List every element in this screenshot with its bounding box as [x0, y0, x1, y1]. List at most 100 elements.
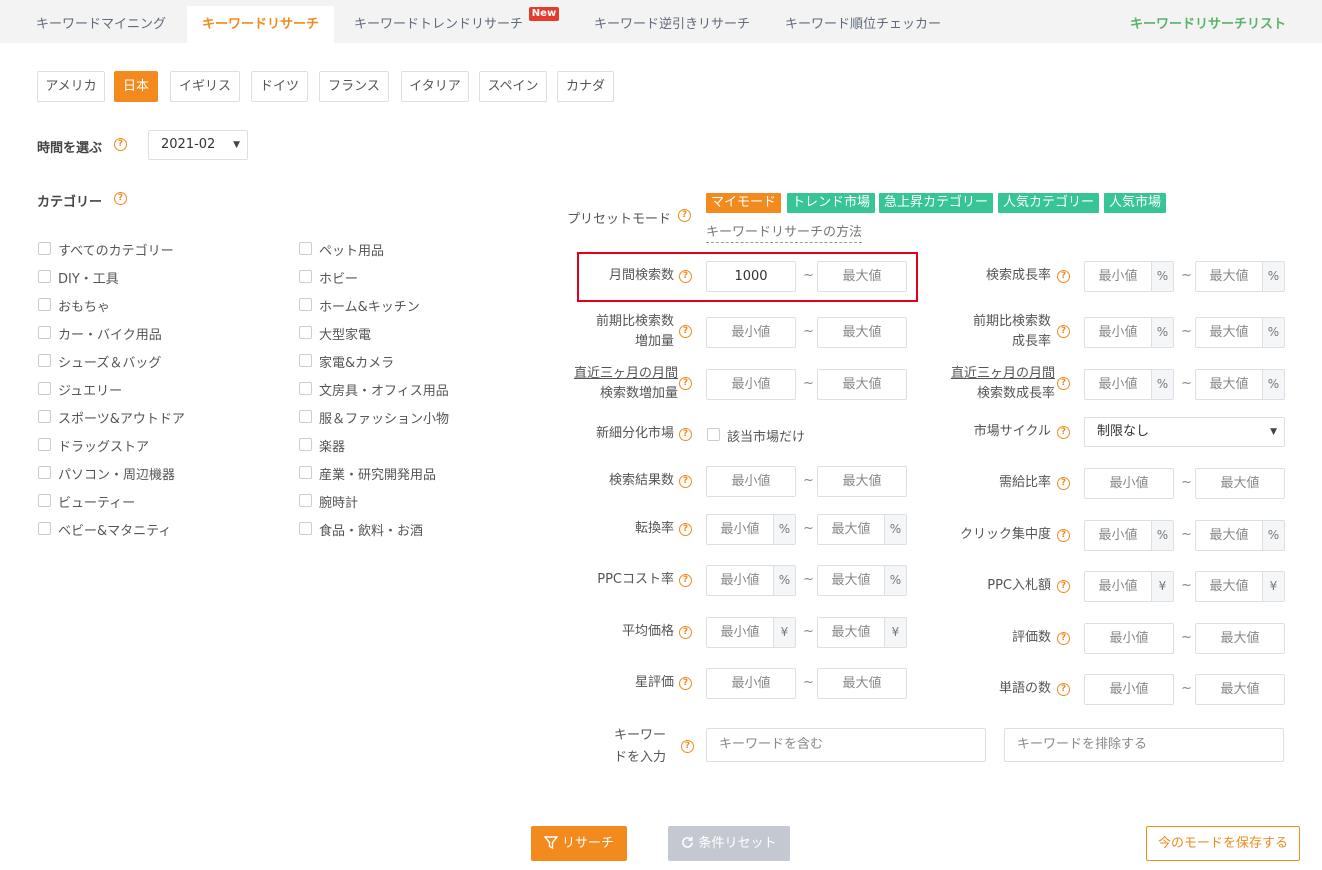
category-checkbox[interactable] [38, 354, 51, 367]
country-button-germany[interactable]: ドイツ [251, 71, 308, 102]
category-checkbox[interactable] [38, 494, 51, 507]
help-icon[interactable]: ? [679, 626, 692, 639]
country-button-uk[interactable]: イギリス [170, 71, 240, 102]
help-icon[interactable]: ? [1057, 325, 1070, 338]
word-count-min-input[interactable]: 最小値 [1084, 674, 1174, 705]
research-button[interactable]: リサーチ [531, 826, 627, 861]
category-checkbox[interactable] [299, 494, 312, 507]
search-growth-min-input[interactable]: 最小値% [1084, 261, 1174, 292]
help-icon[interactable]: ? [1057, 529, 1070, 542]
preset-chip-popular-category[interactable]: 人気カテゴリー [998, 193, 1100, 213]
three-month-growth-max-input[interactable]: 最大値% [1195, 369, 1285, 400]
click-concentration-max-input[interactable]: 最大値% [1195, 520, 1285, 551]
country-button-usa[interactable]: アメリカ [37, 71, 105, 102]
avg-price-min-input[interactable]: 最小値 ¥ [706, 617, 796, 648]
new-market-checkbox[interactable] [707, 428, 720, 441]
preset-chip-trend-market[interactable]: トレンド市場 [787, 193, 876, 213]
ppc-bid-min-input[interactable]: 最小値 ¥ [1084, 571, 1174, 602]
help-icon[interactable]: ? [1057, 632, 1070, 645]
word-count-max-input[interactable]: 最大値 [1195, 674, 1285, 705]
category-checkbox[interactable] [299, 410, 312, 423]
category-checkbox[interactable] [299, 354, 312, 367]
help-icon[interactable]: ? [679, 574, 692, 587]
monthly-search-min-input[interactable]: 1000 [706, 261, 796, 292]
save-mode-button[interactable]: 今のモードを保存する [1146, 826, 1300, 861]
click-concentration-min-input[interactable]: 最小値% [1084, 520, 1174, 551]
help-icon[interactable]: ? [114, 138, 127, 151]
help-icon[interactable]: ? [679, 677, 692, 690]
search-results-max-input[interactable]: 最大値 [817, 466, 907, 497]
category-checkbox[interactable] [299, 242, 312, 255]
preset-chip-rising-category[interactable]: 急上昇カテゴリー [879, 193, 994, 213]
star-rating-min-input[interactable]: 最小値 [706, 668, 796, 699]
category-checkbox[interactable] [299, 382, 312, 395]
category-checkbox[interactable] [38, 438, 51, 451]
three-month-increase-max-input[interactable]: 最大値 [817, 369, 907, 400]
category-checkbox[interactable] [38, 242, 51, 255]
category-checkbox[interactable] [299, 438, 312, 451]
country-button-canada[interactable]: カナダ [557, 71, 614, 102]
help-icon[interactable]: ? [679, 377, 692, 390]
category-checkbox[interactable] [38, 298, 51, 311]
star-rating-max-input[interactable]: 最大値 [817, 668, 907, 699]
keyword-exclude-input[interactable]: キーワードを排除する [1004, 728, 1284, 762]
help-icon[interactable]: ? [678, 209, 691, 222]
conversion-min-input[interactable]: 最小値% [706, 514, 796, 545]
market-cycle-select[interactable]: 制限なし ▼ [1084, 417, 1285, 447]
help-icon[interactable]: ? [1057, 477, 1070, 490]
country-button-italy[interactable]: イタリア [401, 71, 469, 102]
category-checkbox[interactable] [299, 298, 312, 311]
prev-search-growth-max-input[interactable]: 最大値% [1195, 317, 1285, 348]
help-icon[interactable]: ? [1057, 580, 1070, 593]
monthly-search-max-input[interactable]: 最大値 [817, 261, 907, 292]
reviews-min-input[interactable]: 最小値 [1084, 623, 1174, 654]
help-icon[interactable]: ? [679, 325, 692, 338]
category-checkbox[interactable] [299, 270, 312, 283]
supply-demand-max-input[interactable]: 最大値 [1195, 468, 1285, 499]
prev-search-increase-max-input[interactable]: 最大値 [817, 317, 907, 348]
ppc-cost-min-input[interactable]: 最小値% [706, 565, 796, 596]
time-select[interactable]: 2021-02 ▼ [148, 130, 248, 160]
supply-demand-min-input[interactable]: 最小値 [1084, 468, 1174, 499]
preset-chip-my-mode[interactable]: マイモード [706, 193, 782, 213]
three-month-increase-min-input[interactable]: 最小値 [706, 369, 796, 400]
avg-price-max-input[interactable]: 最大値 ¥ [817, 617, 907, 648]
ppc-cost-max-input[interactable]: 最大値% [817, 565, 907, 596]
help-icon[interactable]: ? [114, 192, 127, 205]
country-button-japan[interactable]: 日本 [114, 71, 158, 102]
category-checkbox[interactable] [38, 466, 51, 479]
tab-keyword-research[interactable]: キーワードリサーチ [187, 6, 334, 43]
conversion-max-input[interactable]: 最大値% [817, 514, 907, 545]
category-checkbox[interactable] [38, 326, 51, 339]
ppc-bid-max-input[interactable]: 最大値 ¥ [1195, 571, 1285, 602]
prev-search-increase-min-input[interactable]: 最小値 [706, 317, 796, 348]
category-checkbox[interactable] [38, 382, 51, 395]
help-icon[interactable]: ? [681, 740, 694, 753]
keyword-include-input[interactable]: キーワードを含む [706, 728, 986, 762]
country-button-france[interactable]: フランス [319, 71, 389, 102]
category-checkbox[interactable] [38, 410, 51, 423]
help-icon[interactable]: ? [1057, 426, 1070, 439]
reviews-max-input[interactable]: 最大値 [1195, 623, 1285, 654]
search-results-min-input[interactable]: 最小値 [706, 466, 796, 497]
help-icon[interactable]: ? [1057, 377, 1070, 390]
tab-reverse-research[interactable]: キーワード逆引きリサーチ [594, 6, 750, 43]
category-checkbox[interactable] [38, 522, 51, 535]
research-method-link[interactable]: キーワードリサーチの方法 [706, 221, 863, 243]
tab-keyword-trend-research[interactable]: キーワードトレンドリサーチ [354, 6, 523, 43]
research-list-link[interactable]: キーワードリサーチリスト [1130, 6, 1286, 43]
reset-button[interactable]: 条件リセット [668, 826, 790, 861]
help-icon[interactable]: ? [679, 270, 692, 283]
help-icon[interactable]: ? [679, 523, 692, 536]
category-checkbox[interactable] [299, 522, 312, 535]
help-icon[interactable]: ? [1057, 683, 1070, 696]
category-checkbox[interactable] [299, 466, 312, 479]
category-checkbox[interactable] [299, 326, 312, 339]
prev-search-growth-min-input[interactable]: 最小値% [1084, 317, 1174, 348]
category-checkbox[interactable] [38, 270, 51, 283]
help-icon[interactable]: ? [679, 475, 692, 488]
three-month-growth-min-input[interactable]: 最小値% [1084, 369, 1174, 400]
preset-chip-popular-market[interactable]: 人気市場 [1104, 193, 1167, 213]
search-growth-max-input[interactable]: 最大値% [1195, 261, 1285, 292]
help-icon[interactable]: ? [1057, 270, 1070, 283]
